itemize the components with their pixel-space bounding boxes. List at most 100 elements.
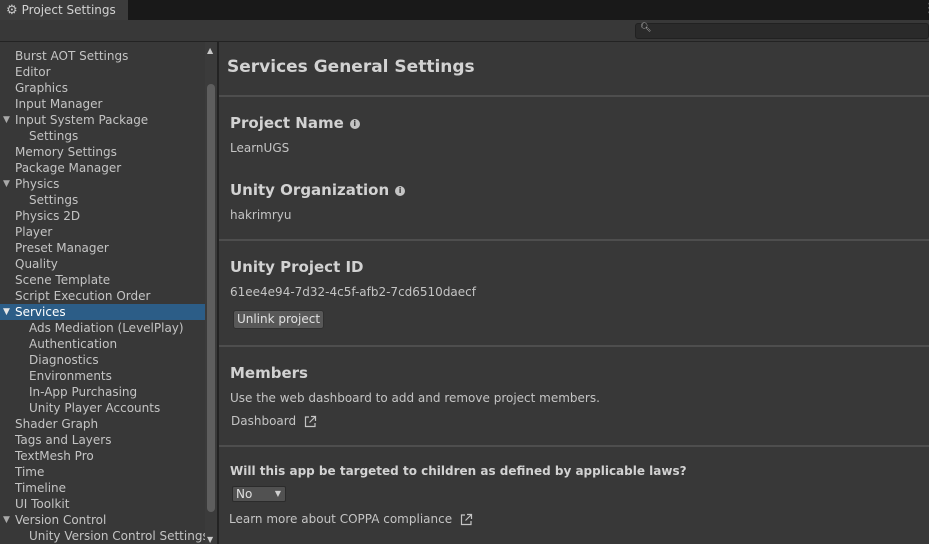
dashboard-link[interactable]: Dashboard <box>231 414 317 428</box>
sidebar-item[interactable]: Time <box>0 464 205 480</box>
info-icon: i <box>395 185 406 196</box>
coppa-learn-more-label: Learn more about COPPA compliance <box>229 512 453 526</box>
coppa-question: Will this app be targeted to children as… <box>230 464 687 478</box>
sidebar-item[interactable]: Scene Template <box>0 272 205 288</box>
section-divider <box>219 95 929 97</box>
settings-sidebar: Burst AOT Settings Editor Graphics Input Ma… <box>0 42 217 544</box>
scroll-down-icon[interactable]: ▼ <box>207 535 213 544</box>
section-divider <box>219 445 929 447</box>
project-id-value: 61ee4e94-7d32-4c5f-afb2-7cd6510daecf <box>230 285 476 299</box>
sidebar-item[interactable]: Authentication <box>0 336 205 352</box>
sidebar-item[interactable]: Settings <box>0 192 205 208</box>
sidebar-item[interactable]: Ads Mediation (LevelPlay) <box>0 320 205 336</box>
organization-label: Unity Organization <box>230 181 390 199</box>
members-heading: Members <box>230 364 308 382</box>
sidebar-item-label: UI Toolkit <box>15 497 70 511</box>
sidebar-item[interactable]: Package Manager <box>0 160 205 176</box>
sidebar-item-label: Ads Mediation (LevelPlay) <box>29 321 184 335</box>
organization-value: hakrimryu <box>230 208 292 222</box>
sidebar-item-label: Environments <box>29 369 112 383</box>
sidebar-item[interactable]: UI Toolkit <box>0 496 205 512</box>
coppa-dropdown[interactable]: No ▼ <box>232 486 286 502</box>
project-name-label: Project Name <box>230 114 344 132</box>
sidebar-item-label: Services <box>15 305 66 319</box>
services-settings-panel: Services General Settings Project Name i … <box>219 42 929 544</box>
sidebar-item-label: Version Control <box>15 513 107 527</box>
sidebar-item-label: Quality <box>15 257 58 271</box>
sidebar-item-label: Diagnostics <box>29 353 99 367</box>
sidebar-item[interactable]: Graphics <box>0 80 205 96</box>
external-link-icon <box>305 415 317 427</box>
sidebar-item-label: Player <box>15 225 53 239</box>
sidebar-item-label: Settings <box>29 129 79 143</box>
sidebar-item-label: Physics <box>15 177 60 191</box>
more-options-icon[interactable]: ⋮ <box>923 1 929 17</box>
sidebar-item-label: Timeline <box>15 481 67 495</box>
sidebar-item[interactable]: ▼ Services <box>0 304 205 320</box>
chevron-down-icon: ▼ <box>274 489 281 498</box>
expand-arrow-icon[interactable]: ▼ <box>3 512 10 528</box>
organization-heading: Unity Organization i <box>230 181 406 199</box>
coppa-learn-more-link[interactable]: Learn more about COPPA compliance <box>229 512 473 526</box>
search-input[interactable]: 🔍︎ <box>635 23 929 39</box>
sidebar-item-label: Unity Version Control Settings <box>29 529 209 543</box>
sidebar-item-label: Script Execution Order <box>15 289 151 303</box>
expand-arrow-icon[interactable]: ▼ <box>3 112 10 128</box>
dashboard-link-label: Dashboard <box>231 414 297 428</box>
toolbar: 🔍︎ <box>0 20 929 42</box>
sidebar-item[interactable]: ▼ Input System Package <box>0 112 205 128</box>
sidebar-item-label: Authentication <box>29 337 118 351</box>
expand-arrow-icon[interactable]: ▼ <box>3 176 10 192</box>
search-icon: 🔍︎ <box>640 23 652 33</box>
sidebar-item[interactable]: Memory Settings <box>0 144 205 160</box>
settings-nav-list: Burst AOT Settings Editor Graphics Input Ma… <box>0 48 209 544</box>
sidebar-item[interactable]: In-App Purchasing <box>0 384 205 400</box>
unlink-project-button[interactable]: Unlink project <box>233 310 324 329</box>
sidebar-item[interactable]: Quality <box>0 256 205 272</box>
sidebar-item[interactable]: Unity Version Control Settings <box>0 528 209 544</box>
sidebar-item-label: Tags and Layers <box>15 433 112 447</box>
info-icon: i <box>349 118 360 129</box>
title-bar: ⚙ Project Settings ⋮ <box>0 0 929 20</box>
sidebar-item-label: Editor <box>15 65 51 79</box>
sidebar-item[interactable]: Unity Player Accounts <box>0 400 205 416</box>
scroll-up-icon[interactable]: ▲ <box>207 46 213 55</box>
members-description: Use the web dashboard to add and remove … <box>230 391 600 405</box>
sidebar-item[interactable]: Shader Graph <box>0 416 205 432</box>
sidebar-item[interactable]: Physics 2D <box>0 208 205 224</box>
sidebar-item-label: Shader Graph <box>15 417 99 431</box>
project-id-heading: Unity Project ID <box>230 258 364 276</box>
sidebar-item-label: Settings <box>29 193 79 207</box>
sidebar-item[interactable]: Player <box>0 224 205 240</box>
section-divider <box>219 239 929 241</box>
sidebar-item-label: Input System Package <box>15 113 149 127</box>
page-title: Services General Settings <box>227 57 475 77</box>
sidebar-item-label: Preset Manager <box>15 241 109 255</box>
tab-title: Project Settings <box>21 3 116 17</box>
sidebar-item[interactable]: Script Execution Order <box>0 288 205 304</box>
sidebar-item[interactable]: Environments <box>0 368 205 384</box>
project-settings-tab[interactable]: ⚙ Project Settings <box>0 0 128 20</box>
sidebar-item[interactable]: Input Manager <box>0 96 205 112</box>
sidebar-item-label: Unity Player Accounts <box>29 401 161 415</box>
sidebar-item-label: Scene Template <box>15 273 111 287</box>
expand-arrow-icon[interactable]: ▼ <box>3 304 10 320</box>
sidebar-item-label: Package Manager <box>15 161 122 175</box>
sidebar-item[interactable]: Tags and Layers <box>0 432 205 448</box>
sidebar-item-label: Burst AOT Settings <box>15 49 129 63</box>
sidebar-item[interactable]: TextMesh Pro <box>0 448 205 464</box>
project-name-heading: Project Name i <box>230 114 360 132</box>
sidebar-item[interactable]: Burst AOT Settings <box>0 48 205 64</box>
sidebar-item-label: TextMesh Pro <box>15 449 94 463</box>
sidebar-item[interactable]: ▼ Version Control <box>0 512 205 528</box>
scroll-thumb[interactable] <box>207 84 215 512</box>
sidebar-scrollbar[interactable]: ▲ ▼ <box>205 42 217 544</box>
sidebar-item[interactable]: ▼ Physics <box>0 176 205 192</box>
sidebar-item[interactable]: Editor <box>0 64 205 80</box>
sidebar-item[interactable]: Diagnostics <box>0 352 205 368</box>
sidebar-item[interactable]: Settings <box>0 128 205 144</box>
sidebar-item[interactable]: Preset Manager <box>0 240 205 256</box>
sidebar-item[interactable]: Timeline <box>0 480 205 496</box>
sidebar-item-label: Memory Settings <box>15 145 117 159</box>
gear-icon: ⚙ <box>6 2 18 18</box>
